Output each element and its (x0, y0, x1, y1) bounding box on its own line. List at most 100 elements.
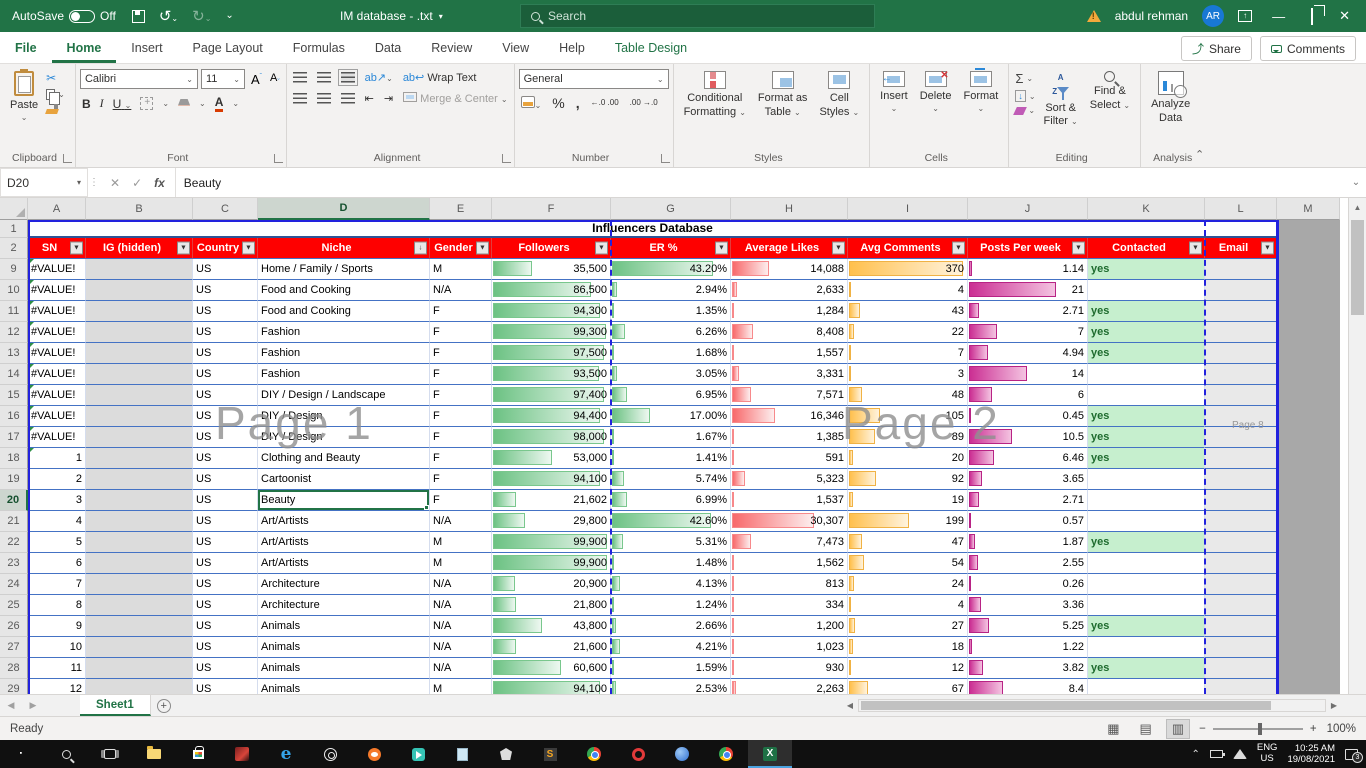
cell-ig-hidden[interactable] (86, 532, 193, 553)
cell-country[interactable]: US (193, 469, 258, 490)
cell-followers[interactable]: 94,100 (492, 469, 611, 490)
cell-likes[interactable]: 1,557 (731, 343, 848, 364)
scroll-left-icon[interactable]: ◀ (842, 701, 858, 710)
cell-contacted[interactable]: yes (1088, 322, 1205, 343)
row-header-11[interactable]: 11 (0, 301, 28, 322)
column-header-F[interactable]: F (492, 198, 611, 220)
prev-sheet-icon[interactable]: ◀ (0, 695, 22, 716)
cell-ig-hidden[interactable] (86, 637, 193, 658)
cell-er[interactable]: 42.60% (611, 511, 731, 532)
undo-icon[interactable]: ↺⌄ (159, 9, 178, 24)
cell-posts[interactable]: 0.45 (968, 406, 1088, 427)
cell-country[interactable]: US (193, 406, 258, 427)
tab-data[interactable]: Data (360, 32, 416, 63)
filter-dropdown-icon[interactable]: ▼ (70, 242, 83, 255)
cell-niche[interactable]: Animals (258, 679, 430, 694)
cell-er[interactable]: 1.41% (611, 448, 731, 469)
cut-button[interactable]: ✂ (46, 71, 65, 85)
cell-followers[interactable]: 97,400 (492, 385, 611, 406)
column-header-H[interactable]: H (731, 198, 848, 220)
cell-email[interactable] (1205, 595, 1277, 616)
autosum-button[interactable]: Σ⌄ (1015, 71, 1035, 86)
cell-gender[interactable]: F (430, 448, 492, 469)
cell-email[interactable] (1205, 637, 1277, 658)
taskbar-search-button[interactable] (44, 740, 88, 768)
percent-style-button[interactable]: % (552, 95, 564, 111)
cell-email[interactable] (1205, 679, 1277, 694)
row-header-20[interactable]: 20 (0, 490, 28, 511)
taskbar-start-button[interactable] (0, 740, 44, 768)
cell-er[interactable]: 1.24% (611, 595, 731, 616)
cell-followers[interactable]: 21,800 (492, 595, 611, 616)
column-header-C[interactable]: C (193, 198, 258, 220)
cell-contacted[interactable]: yes (1088, 259, 1205, 280)
cell-gender[interactable]: N/A (430, 574, 492, 595)
cell-email[interactable] (1205, 280, 1277, 301)
table-header-posts-per-week[interactable]: Posts Per week▼ (968, 238, 1088, 259)
align-center-icon[interactable] (317, 93, 331, 104)
cancel-entry-icon[interactable]: ✕ (110, 176, 120, 190)
taskbar-edge-button[interactable]: e (264, 740, 308, 768)
increase-indent-icon[interactable]: ⇥ (384, 92, 393, 105)
cell-likes[interactable]: 1,200 (731, 616, 848, 637)
cell-posts[interactable]: 0.26 (968, 574, 1088, 595)
cell-followers[interactable]: 86,500 (492, 280, 611, 301)
table-header-sn[interactable]: SN▼ (28, 238, 86, 259)
cell-country[interactable]: US (193, 448, 258, 469)
row-header-25[interactable]: 25 (0, 595, 28, 616)
filter-dropdown-icon[interactable]: ▼ (177, 242, 190, 255)
align-top-icon[interactable] (293, 72, 307, 83)
warning-icon[interactable] (1087, 10, 1101, 22)
cell-posts[interactable]: 6 (968, 385, 1088, 406)
ribbon-display-options-icon[interactable]: ↑ (1238, 10, 1252, 22)
cell-posts[interactable]: 10.5 (968, 427, 1088, 448)
tab-formulas[interactable]: Formulas (278, 32, 360, 63)
cell-er[interactable]: 4.21% (611, 637, 731, 658)
wrap-text-button[interactable]: ab↩ Wrap Text (403, 71, 477, 84)
cell-niche[interactable]: Animals (258, 658, 430, 679)
cell-followers[interactable]: 98,000 (492, 427, 611, 448)
cell-comments[interactable]: 22 (848, 322, 968, 343)
cell-posts[interactable]: 7 (968, 322, 1088, 343)
fill-button[interactable]: ↓⌄ (1015, 90, 1035, 102)
cell-country[interactable]: US (193, 427, 258, 448)
cell-niche[interactable]: Fashion (258, 343, 430, 364)
cell-er[interactable]: 1.67% (611, 427, 731, 448)
next-sheet-icon[interactable]: ▶ (22, 695, 44, 716)
cell-posts[interactable]: 0.57 (968, 511, 1088, 532)
tab-page-layout[interactable]: Page Layout (178, 32, 278, 63)
comments-button[interactable]: Comments (1260, 36, 1356, 61)
formula-input[interactable]: Beauty (176, 168, 1346, 197)
cell-comments[interactable]: 24 (848, 574, 968, 595)
align-left-icon[interactable] (293, 93, 307, 104)
search-input[interactable]: Search (520, 4, 875, 28)
cell-gender[interactable]: N/A (430, 280, 492, 301)
taskbar-opera-button[interactable] (616, 740, 660, 768)
cell-contacted[interactable]: yes (1088, 301, 1205, 322)
row-header-13[interactable]: 13 (0, 343, 28, 364)
cell-contacted[interactable] (1088, 364, 1205, 385)
cell-sn[interactable]: #VALUE! (28, 322, 86, 343)
taskbar-excel-button[interactable]: X (748, 740, 792, 768)
cell-contacted[interactable]: yes (1088, 658, 1205, 679)
table-header-gender[interactable]: Gender▼ (430, 238, 492, 259)
cell-contacted[interactable] (1088, 490, 1205, 511)
cell-contacted[interactable] (1088, 553, 1205, 574)
cell-gender[interactable]: F (430, 301, 492, 322)
cell-posts[interactable]: 21 (968, 280, 1088, 301)
cell-niche[interactable]: DIY / Design / Landscape (258, 385, 430, 406)
conditional-formatting-button[interactable]: ConditionalFormatting ⌄ (678, 67, 752, 150)
cell-followers[interactable]: 93,500 (492, 364, 611, 385)
cell-er[interactable]: 1.35% (611, 301, 731, 322)
cell-likes[interactable]: 334 (731, 595, 848, 616)
cell-likes[interactable]: 2,263 (731, 679, 848, 694)
column-header-M[interactable]: M (1277, 198, 1340, 220)
redo-icon[interactable]: ↻⌄ (192, 9, 211, 24)
select-all-corner[interactable] (0, 198, 28, 220)
cell-posts[interactable]: 1.14 (968, 259, 1088, 280)
clock[interactable]: 10:25 AM19/08/2021 (1287, 743, 1335, 766)
table-header-er-[interactable]: ER %▼ (611, 238, 731, 259)
cell-er[interactable]: 2.94% (611, 280, 731, 301)
row-header-9[interactable]: 9 (0, 259, 28, 280)
cell-comments[interactable]: 48 (848, 385, 968, 406)
